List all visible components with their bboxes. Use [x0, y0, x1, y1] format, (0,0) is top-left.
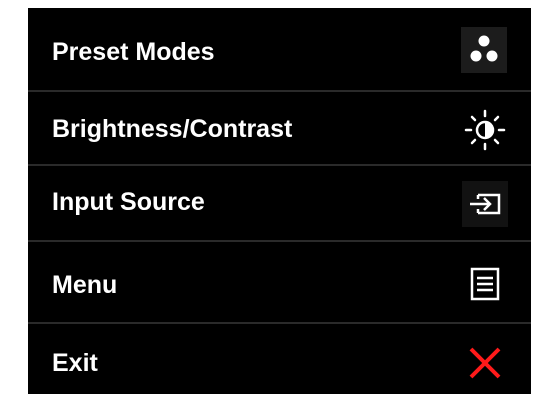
menu-item-label: Brightness/Contrast	[52, 115, 293, 143]
brightness-contrast-icon	[462, 107, 508, 153]
input-source-icon	[462, 181, 508, 227]
exit-icon	[462, 340, 508, 386]
menu-item-brightness-contrast[interactable]: Brightness/Contrast	[28, 92, 531, 165]
osd-menu-panel: Preset Modes Brightness/Contrast Input S…	[28, 8, 531, 394]
menu-item-input-source[interactable]: Input Source	[28, 166, 531, 241]
menu-item-label: Preset Modes	[52, 38, 215, 66]
menu-item-exit[interactable]: Exit	[28, 324, 531, 394]
preset-modes-icon	[461, 27, 507, 73]
menu-item-menu[interactable]: Menu	[28, 242, 531, 323]
menu-item-label: Menu	[52, 271, 118, 299]
menu-item-label: Input Source	[52, 188, 205, 216]
menu-icon	[462, 261, 508, 307]
menu-item-preset-modes[interactable]: Preset Modes	[28, 8, 531, 92]
menu-item-label: Exit	[52, 349, 98, 377]
